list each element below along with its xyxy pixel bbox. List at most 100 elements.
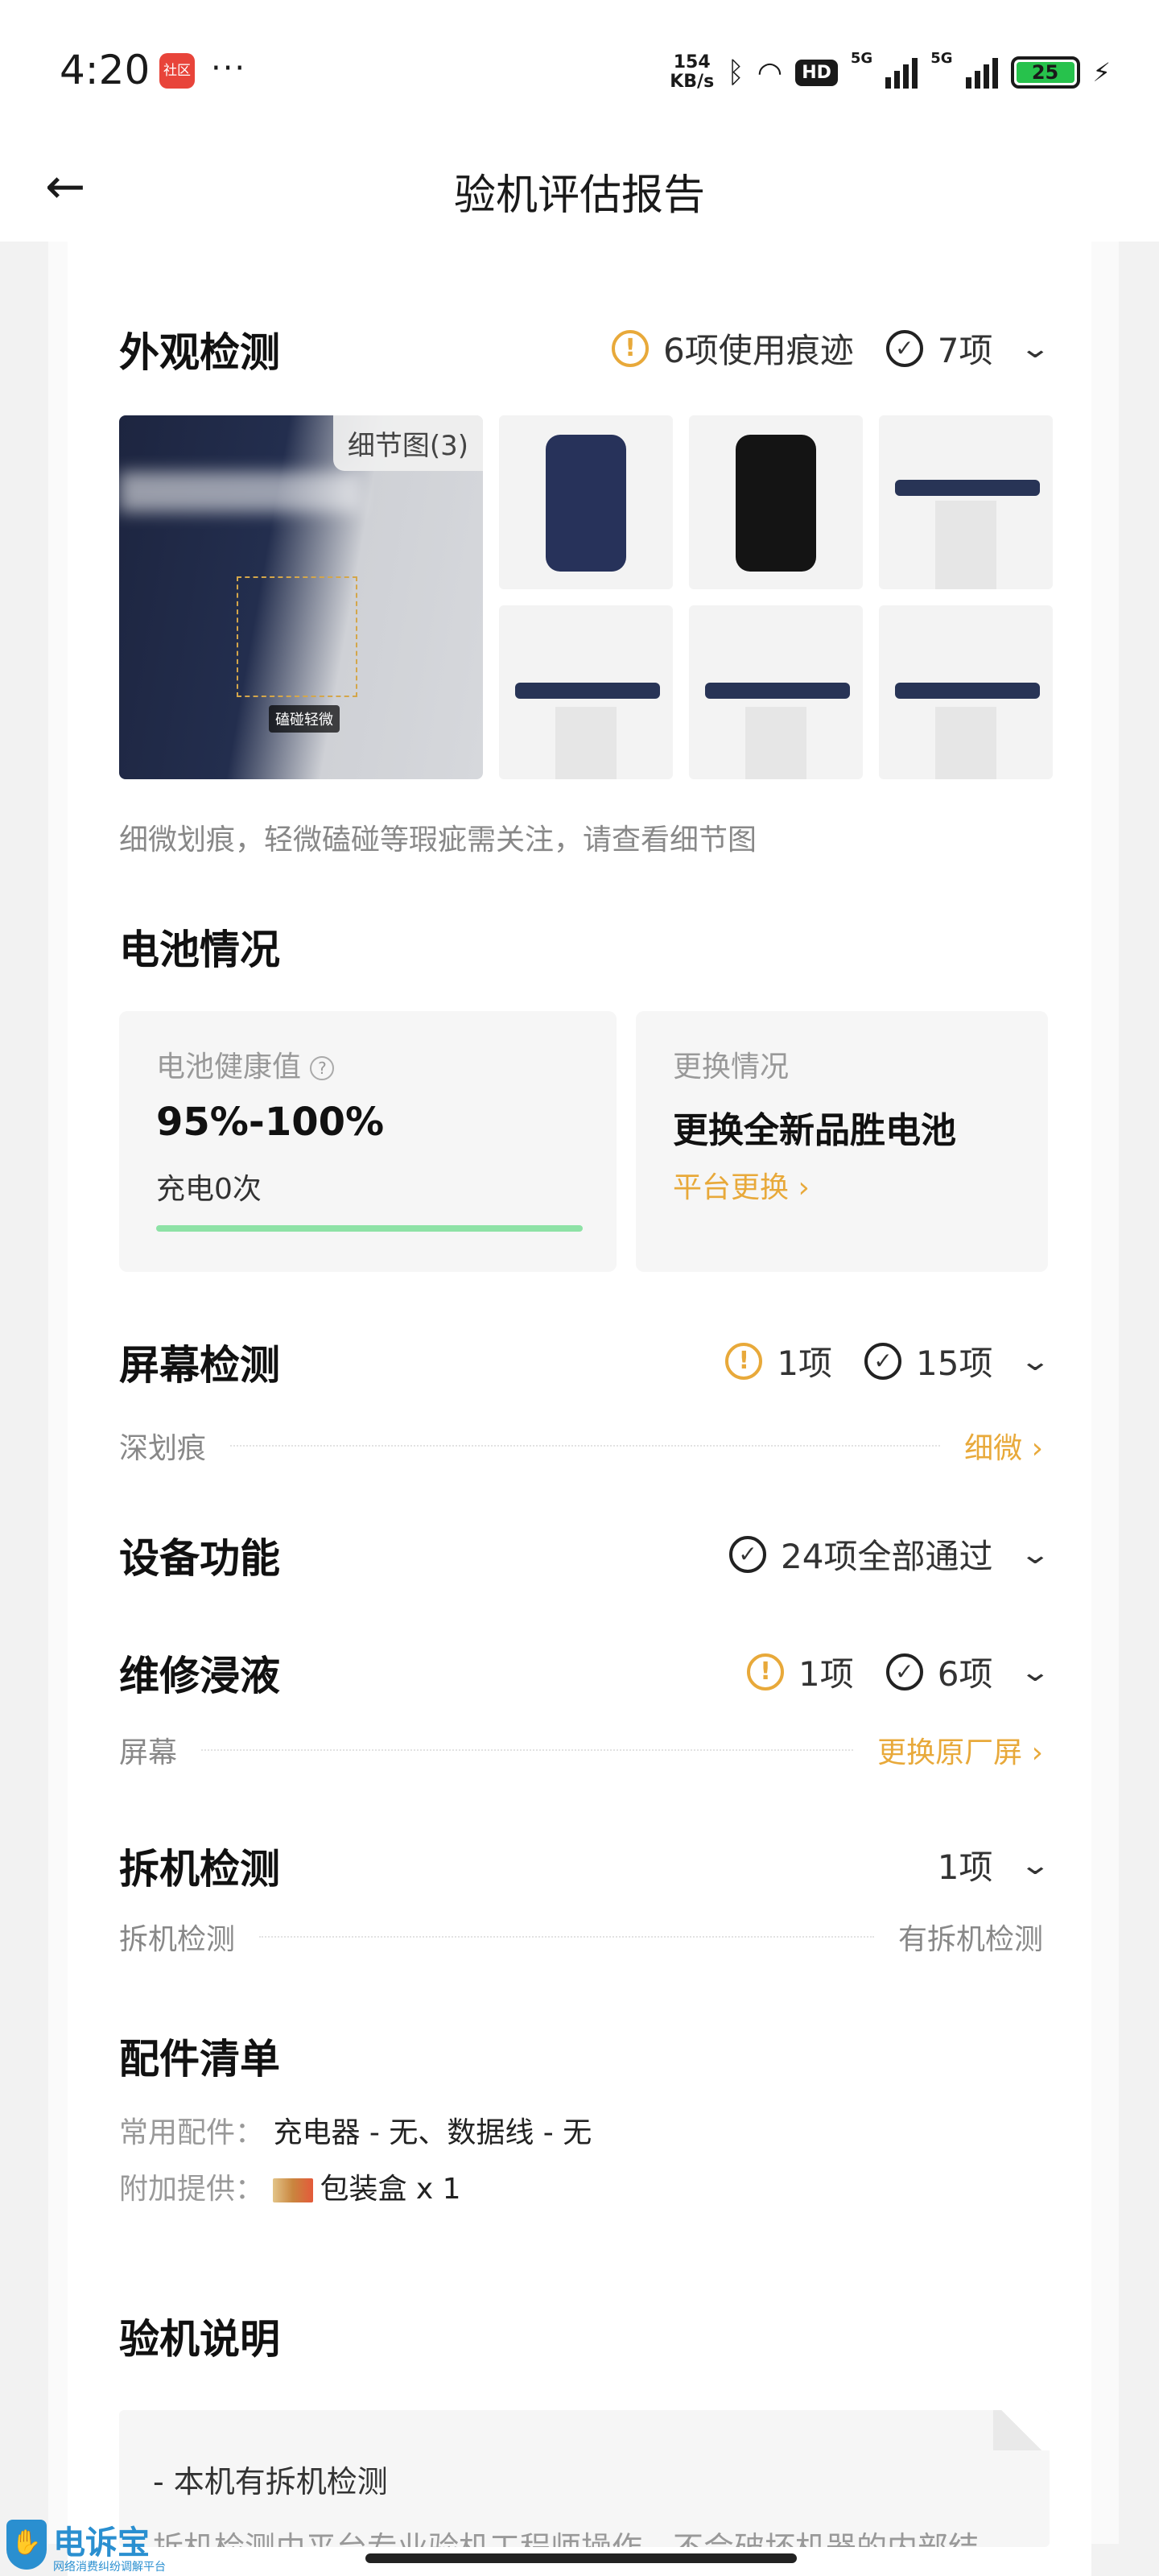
extra-accessories-value: 包装盒 x 1 xyxy=(320,2173,461,2206)
repair-row-label: 屏幕 xyxy=(119,1736,178,1769)
more-notifications-icon: ··· xyxy=(211,50,247,87)
charge-count: 充电0次 xyxy=(156,1173,262,1206)
chevron-down-icon[interactable]: ⌄ xyxy=(1019,1656,1051,1688)
net-speed: 154 KB/s xyxy=(670,53,714,92)
shield-icon: ✋ xyxy=(6,2520,47,2570)
battery-health-bar xyxy=(156,1225,583,1232)
common-accessories-value: 充电器 - 无、数据线 - 无 xyxy=(273,2116,592,2149)
bluetooth-icon: ᛒ xyxy=(727,56,744,89)
warning-icon: ! xyxy=(612,329,650,367)
disassembly-summary[interactable]: 1项 ⌄ xyxy=(937,1840,1051,1889)
function-summary[interactable]: ✓ 24项全部通过 ⌄ xyxy=(729,1530,1051,1579)
chevron-right-icon: › xyxy=(1031,1432,1043,1465)
battery-replace-value: 更换全新品胜电池 xyxy=(673,1110,956,1151)
defect-marker xyxy=(237,576,357,697)
detail-photo-label: 细节图(3) xyxy=(332,415,483,471)
disassembly-row-value: 有拆机检测 xyxy=(897,1923,1043,1956)
extra-accessories-label: 附加提供： xyxy=(119,2173,265,2206)
photo-thumb[interactable] xyxy=(879,415,1053,589)
stand-image xyxy=(745,707,806,779)
network-type-1: 5G xyxy=(850,50,873,67)
phone-back-image xyxy=(546,435,626,572)
phone-side-image xyxy=(895,683,1040,699)
screen-pass: 15项 xyxy=(916,1344,993,1383)
signal-icon xyxy=(885,56,918,89)
watermark-title: 电诉宝 xyxy=(53,2524,150,2562)
repair-title: 维修浸液 xyxy=(119,1653,280,1699)
status-bar: 4:20 社区 ··· 154 KB/s ᛒ ◠ HD 5G 5G 25 ⚡ xyxy=(0,0,1159,137)
function-title: 设备功能 xyxy=(119,1535,280,1582)
disassembly-count: 1项 xyxy=(937,1847,993,1887)
appearance-warn: 6项使用痕迹 xyxy=(663,331,854,370)
platform-replace-link[interactable]: 平台更换 › xyxy=(673,1164,810,1206)
inspection-line-1: - 本机有拆机检测 xyxy=(153,2464,388,2500)
watermark-subtitle: 网络消费纠纷调解平台 xyxy=(53,2561,166,2574)
screen-warn: 1项 xyxy=(777,1344,833,1383)
network-type-2: 5G xyxy=(930,50,953,67)
photo-highlight xyxy=(119,472,361,512)
photo-thumb[interactable] xyxy=(499,605,673,779)
disassembly-row-label: 拆机检测 xyxy=(119,1923,236,1956)
inspection-notes: - 本机有拆机检测 拆机检测由平台专业验机工程师操作，不会破坏机器的内部结 xyxy=(119,2410,1050,2547)
disassembly-title: 拆机检测 xyxy=(119,1846,280,1893)
common-accessories: 常用配件： 充电器 - 无、数据线 - 无 xyxy=(119,2109,592,2151)
signal-icon xyxy=(965,56,998,89)
help-icon[interactable]: ? xyxy=(310,1056,335,1080)
header: ← 验机评估报告 xyxy=(0,137,1159,242)
page-fold-decoration xyxy=(993,2410,1050,2450)
screen-row-value: 细微 › xyxy=(964,1432,1043,1465)
function-pass: 24项全部通过 xyxy=(781,1537,993,1576)
chevron-down-icon[interactable]: ⌄ xyxy=(1019,1849,1051,1881)
chevron-right-icon: › xyxy=(1031,1736,1043,1769)
stand-image xyxy=(935,501,996,589)
repair-warn: 1项 xyxy=(798,1654,854,1694)
status-time: 4:20 xyxy=(60,47,151,93)
home-indicator[interactable] xyxy=(365,2553,797,2563)
chevron-right-icon: › xyxy=(798,1171,810,1204)
photo-thumb[interactable] xyxy=(689,605,863,779)
battery-health-label: 电池健康值 ? xyxy=(156,1043,335,1085)
appearance-note: 细微划痕，轻微磕碰等瑕疵需关注，请查看细节图 xyxy=(119,824,757,857)
check-icon: ✓ xyxy=(729,1535,767,1573)
chevron-down-icon[interactable]: ⌄ xyxy=(1019,1345,1051,1377)
wifi-icon: ◠ xyxy=(757,56,783,89)
phone-front-image xyxy=(736,435,816,572)
page-title: 验机评估报告 xyxy=(453,171,705,220)
repair-summary[interactable]: ! 1项 ✓ 6项 ⌄ xyxy=(747,1647,1051,1696)
phone-side-image xyxy=(895,480,1040,496)
battery-replace-label: 更换情况 xyxy=(673,1051,790,1084)
screen-detail-row[interactable]: 深划痕 细微 › xyxy=(119,1422,1043,1470)
extra-accessories: 附加提供： 包装盒 x 1 xyxy=(119,2165,461,2207)
accessories-title: 配件清单 xyxy=(119,2036,280,2083)
chevron-down-icon[interactable]: ⌄ xyxy=(1019,332,1051,365)
repair-pass: 6项 xyxy=(937,1654,993,1694)
battery-health-value: 95%-100% xyxy=(156,1100,385,1145)
photo-thumb[interactable] xyxy=(689,415,863,589)
appearance-summary[interactable]: ! 6项使用痕迹 ✓ 7项 ⌄ xyxy=(612,324,1051,373)
detail-photo[interactable]: 磕碰轻微 细节图(3) xyxy=(119,415,483,779)
battery-title: 电池情况 xyxy=(119,927,280,973)
charging-icon: ⚡ xyxy=(1092,57,1111,88)
warning-icon: ! xyxy=(725,1342,763,1380)
photo-thumb[interactable] xyxy=(879,605,1053,779)
watermark-logo: ✋ 电诉宝 网络消费纠纷调解平台 xyxy=(0,2516,185,2576)
net-speed-value: 154 xyxy=(673,52,711,72)
chevron-down-icon[interactable]: ⌄ xyxy=(1019,1538,1051,1571)
disassembly-detail-row: 拆机检测 有拆机检测 xyxy=(119,1913,1043,1961)
screen-title: 屏幕检测 xyxy=(119,1342,280,1389)
repair-detail-row[interactable]: 屏幕 更换原厂屏 › xyxy=(119,1726,1043,1774)
battery-health-card: 电池健康值 ? 95%-100% 充电0次 xyxy=(119,1011,617,1272)
common-accessories-label: 常用配件： xyxy=(119,2116,265,2149)
repair-row-value: 更换原厂屏 › xyxy=(877,1736,1043,1769)
stand-image xyxy=(555,707,617,779)
stand-image xyxy=(935,707,996,779)
check-icon: ✓ xyxy=(885,329,923,367)
screen-summary[interactable]: ! 1项 ✓ 15项 ⌄ xyxy=(725,1336,1051,1385)
net-speed-unit: KB/s xyxy=(670,72,715,92)
warning-icon: ! xyxy=(747,1653,785,1690)
appearance-pass: 7项 xyxy=(937,331,993,370)
app-notification-icon: 社区 xyxy=(159,53,195,89)
photo-thumb[interactable] xyxy=(499,415,673,589)
phone-side-image xyxy=(515,683,660,699)
screen-row-label: 深划痕 xyxy=(119,1432,207,1465)
